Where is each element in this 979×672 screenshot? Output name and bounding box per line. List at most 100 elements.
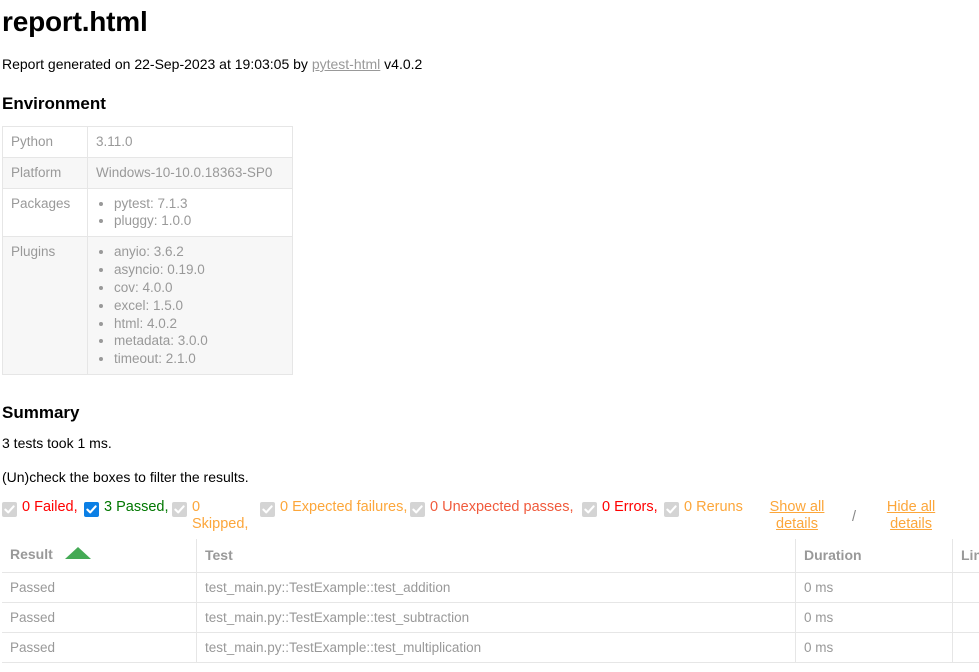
report-page: report.html Report generated on 22-Sep-2…	[0, 6, 979, 663]
filter-checkbox[interactable]	[410, 502, 425, 517]
environment-list-item: pluggy: 1.0.0	[114, 212, 284, 230]
filter-count: 0	[192, 499, 200, 515]
generator-version: v4.0.2	[380, 56, 422, 72]
filter-expected-failures[interactable]: 0 Expected failures,	[260, 499, 410, 533]
column-header-result-label: Result	[10, 546, 53, 562]
filter-count: 3	[104, 499, 112, 515]
generated-prefix: Report generated on	[2, 56, 134, 72]
summary-tests-line: 3 tests took 1 ms.	[2, 435, 979, 451]
cell-test: test_main.py::TestExample::test_subtract…	[197, 603, 796, 633]
summary-filter-hint: (Un)check the boxes to filter the result…	[2, 469, 979, 485]
page-title: report.html	[2, 6, 979, 38]
cell-duration: 0 ms	[796, 633, 953, 663]
cell-duration: 0 ms	[796, 603, 953, 633]
filter-label: 0 Skipped,	[192, 499, 260, 533]
filter-checkbox[interactable]	[582, 502, 597, 517]
environment-value: 3.11.0	[88, 127, 293, 158]
filter-label: 0 Failed,	[22, 499, 78, 516]
generated-at-word: at	[215, 56, 234, 72]
detail-toggle-links: Show all details / Hide all details	[760, 499, 948, 533]
filter-unexpected-passes[interactable]: 0 Unexpected passes,	[410, 499, 582, 533]
environment-row: Pluginsanyio: 3.6.2asyncio: 0.19.0cov: 4…	[3, 237, 293, 375]
environment-list-item: excel: 1.5.0	[114, 297, 284, 315]
cell-test: test_main.py::TestExample::test_multipli…	[197, 633, 796, 663]
generated-date: 22-Sep-2023	[134, 56, 215, 72]
column-header-duration-label: Duration	[804, 547, 862, 563]
environment-row: PlatformWindows-10-10.0.18363-SP0	[3, 157, 293, 188]
filter-failed[interactable]: 0 Failed,	[2, 499, 84, 533]
filter-checkbox[interactable]	[664, 502, 679, 517]
filter-errors[interactable]: 0 Errors,	[582, 499, 664, 533]
filter-count: 0	[22, 499, 30, 515]
filter-checkbox-group: 0 Failed,3 Passed,0 Skipped,0 Expected f…	[2, 499, 754, 533]
table-row[interactable]: Passedtest_main.py::TestExample::test_ad…	[2, 573, 979, 603]
cell-test: test_main.py::TestExample::test_addition	[197, 573, 796, 603]
column-header-result[interactable]: Result	[2, 539, 197, 573]
filter-label-text: Reruns	[696, 499, 743, 515]
environment-table-body: Python3.11.0PlatformWindows-10-10.0.1836…	[3, 127, 293, 375]
detail-links-separator: /	[852, 499, 856, 525]
filter-reruns[interactable]: 0 Reruns	[664, 499, 754, 533]
generated-info: Report generated on 22-Sep-2023 at 19:03…	[2, 56, 979, 72]
environment-list-item: anyio: 3.6.2	[114, 243, 284, 261]
filter-label-text: Expected failures,	[292, 499, 407, 515]
result-filters: 0 Failed,3 Passed,0 Skipped,0 Expected f…	[2, 499, 979, 533]
environment-row: Python3.11.0	[3, 127, 293, 158]
filter-count: 0	[280, 499, 288, 515]
filter-checkbox[interactable]	[84, 502, 99, 517]
filter-checkbox[interactable]	[172, 502, 187, 517]
filter-label: 0 Expected failures,	[280, 499, 407, 516]
environment-list-item: metadata: 3.0.0	[114, 332, 284, 350]
environment-heading: Environment	[2, 94, 979, 114]
environment-value: anyio: 3.6.2asyncio: 0.19.0cov: 4.0.0exc…	[88, 237, 293, 375]
cell-duration: 0 ms	[796, 573, 953, 603]
column-header-links[interactable]: Links	[953, 539, 979, 573]
environment-list-item: asyncio: 0.19.0	[114, 261, 284, 279]
results-table: Result Test Duration Links Passedtest_ma…	[2, 539, 979, 663]
results-header-row: Result Test Duration Links	[2, 539, 979, 573]
filter-checkbox[interactable]	[260, 502, 275, 517]
results-table-body: Passedtest_main.py::TestExample::test_ad…	[2, 573, 979, 663]
environment-key: Platform	[3, 157, 88, 188]
column-header-test[interactable]: Test	[197, 539, 796, 573]
table-row[interactable]: Passedtest_main.py::TestExample::test_su…	[2, 603, 979, 633]
environment-list-item: cov: 4.0.0	[114, 279, 284, 297]
environment-list-item: timeout: 2.1.0	[114, 350, 284, 368]
cell-links	[953, 633, 979, 663]
filter-count: 0	[684, 499, 692, 515]
column-header-duration[interactable]: Duration	[796, 539, 953, 573]
pytest-html-link[interactable]: pytest-html	[312, 56, 380, 72]
generated-by-word: by	[289, 56, 312, 72]
sort-ascending-icon	[65, 546, 91, 562]
filter-count: 0	[430, 499, 438, 515]
cell-result: Passed	[2, 573, 197, 603]
table-row[interactable]: Passedtest_main.py::TestExample::test_mu…	[2, 633, 979, 663]
results-table-head: Result Test Duration Links	[2, 539, 979, 573]
environment-value: Windows-10-10.0.18363-SP0	[88, 157, 293, 188]
environment-value-list: anyio: 3.6.2asyncio: 0.19.0cov: 4.0.0exc…	[96, 243, 284, 368]
filter-label-text: Failed,	[34, 499, 78, 515]
environment-row: Packagespytest: 7.1.3pluggy: 1.0.0	[3, 188, 293, 237]
filter-label-text: Unexpected passes,	[442, 499, 573, 515]
filter-checkbox[interactable]	[2, 502, 17, 517]
environment-table: Python3.11.0PlatformWindows-10-10.0.1836…	[2, 126, 293, 375]
generated-time: 19:03:05	[235, 56, 290, 72]
filter-passed[interactable]: 3 Passed,	[84, 499, 172, 533]
environment-value-list: pytest: 7.1.3pluggy: 1.0.0	[96, 195, 284, 231]
filter-skipped[interactable]: 0 Skipped,	[172, 499, 260, 533]
filter-count: 0	[602, 499, 610, 515]
filter-label: 3 Passed,	[104, 499, 169, 516]
filter-label: 0 Errors,	[602, 499, 658, 516]
environment-key: Packages	[3, 188, 88, 237]
environment-key: Plugins	[3, 237, 88, 375]
cell-links	[953, 573, 979, 603]
filter-label-text: Errors,	[614, 499, 658, 515]
column-header-test-label: Test	[205, 547, 233, 563]
show-all-details-link[interactable]: Show all details	[760, 499, 834, 533]
hide-all-details-link[interactable]: Hide all details	[874, 499, 948, 533]
cell-links	[953, 603, 979, 633]
environment-list-item: html: 4.0.2	[114, 315, 284, 333]
environment-key: Python	[3, 127, 88, 158]
summary-heading: Summary	[2, 403, 979, 423]
filter-label-text: Passed,	[116, 499, 168, 515]
